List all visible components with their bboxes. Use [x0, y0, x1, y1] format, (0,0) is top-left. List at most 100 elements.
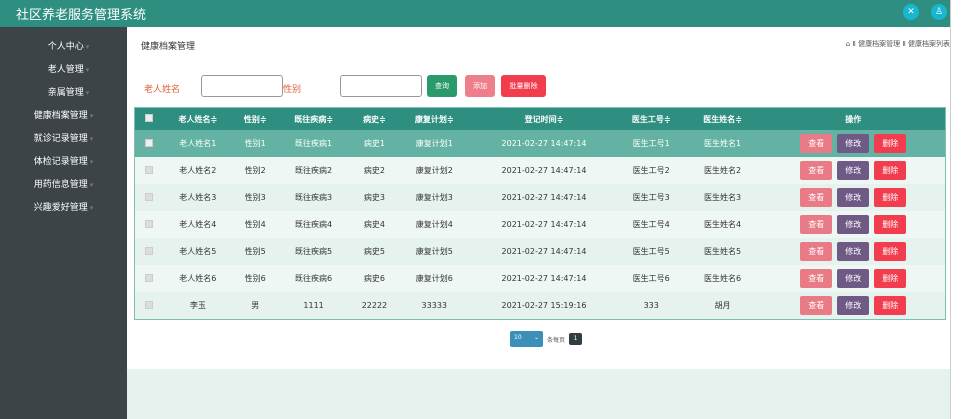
sidebar-item-label: 就诊记录管理 [33, 134, 88, 144]
caret-icon: ▾ [89, 158, 94, 166]
sidebar-item-health-records[interactable]: 健康档案管理 ▾ [0, 105, 127, 128]
cell-past-disease: 1111 [303, 301, 324, 310]
batch-delete-button[interactable]: 批量删除 [501, 75, 546, 97]
cell-history: 病史5 [363, 247, 385, 256]
footer-area [127, 369, 950, 419]
delete-button[interactable]: 删除 [874, 269, 907, 288]
sidebar-item-label: 健康档案管理 [33, 111, 88, 121]
sidebar-item-checkups[interactable]: 体检记录管理 ▾ [0, 151, 127, 174]
delete-button[interactable]: 删除 [874, 134, 907, 153]
col-doctor-name[interactable]: 医生姓名≑ [684, 114, 762, 125]
sidebar-item-label: 用药信息管理 [33, 180, 88, 190]
app-title: 社区养老服务管理系统 [16, 8, 147, 23]
cell-rehab-plan: 康复计划1 [415, 139, 453, 148]
cell-rehab-plan: 33333 [421, 301, 447, 310]
delete-button[interactable]: 删除 [874, 215, 907, 234]
page-1-button[interactable]: 1 [569, 333, 583, 345]
edit-button[interactable]: 修改 [837, 188, 870, 207]
user-icon[interactable]: ♙ [931, 4, 947, 20]
page-size-select[interactable]: 10 ⌄ [510, 331, 543, 347]
sidebar-item-label: 老人管理 [47, 65, 84, 75]
sidebar-item-label: 兴趣爱好管理 [33, 203, 88, 213]
view-button[interactable]: 查看 [800, 269, 833, 288]
edit-button[interactable]: 修改 [837, 161, 870, 180]
cell-elder-name: 老人姓名3 [179, 193, 217, 202]
query-button[interactable]: 查询 [427, 75, 457, 97]
delete-button[interactable]: 删除 [874, 296, 907, 315]
view-button[interactable]: 查看 [800, 242, 833, 261]
col-history[interactable]: 病史≑ [349, 114, 399, 125]
edit-button[interactable]: 修改 [837, 134, 870, 153]
row-checkbox[interactable] [144, 246, 153, 255]
row-checkbox[interactable] [144, 165, 153, 174]
caret-icon: ▾ [85, 66, 90, 74]
sidebar-item-elders[interactable]: 老人管理 ▾ [0, 59, 127, 82]
row-checkbox[interactable] [144, 219, 153, 228]
cell-past-disease: 既往疾病1 [295, 139, 333, 148]
cell-elder-name: 老人姓名4 [179, 220, 217, 229]
cell-elder-name: 老人姓名5 [179, 247, 217, 256]
cell-doctor-id: 医生工号4 [632, 220, 670, 229]
cell-rehab-plan: 康复计划2 [415, 166, 453, 175]
edit-button[interactable]: 修改 [837, 242, 870, 261]
cell-past-disease: 既往疾病3 [295, 193, 333, 202]
sex-input[interactable] [340, 75, 422, 97]
name-label: 老人姓名 [144, 85, 181, 95]
main-content: 健康档案管理 ⌂ Ⅱ 健康档案管理 Ⅱ 健康档案列表 老人姓名 性别 查询 添加… [127, 27, 950, 369]
sidebar-item-label: 体检记录管理 [33, 157, 88, 167]
sidebar-item-relatives[interactable]: 亲属管理 ▾ [0, 82, 127, 105]
col-doctor-id[interactable]: 医生工号≑ [619, 114, 684, 125]
row-checkbox[interactable] [144, 138, 153, 147]
cell-sex: 性别3 [244, 193, 266, 202]
cell-doctor-name: 医生姓名6 [704, 274, 742, 283]
sidebar-item-medication[interactable]: 用药信息管理 ▾ [0, 174, 127, 197]
caret-icon: ▾ [85, 43, 90, 51]
scrollbar[interactable] [950, 0, 976, 419]
col-past-disease[interactable]: 既往疾病≑ [278, 114, 350, 125]
table-row: 老人姓名6 性别6 既往疾病6 病史6 康复计划6 2021-02-27 14:47:14… [135, 265, 945, 292]
caret-icon: ▾ [89, 204, 94, 212]
cell-past-disease: 既往疾病6 [295, 274, 333, 283]
delete-button[interactable]: 删除 [874, 188, 907, 207]
table-row: 老人姓名3 性别3 既往疾病3 病史3 康复计划3 2021-02-27 14:47:14… [135, 184, 945, 211]
sidebar-item-label: 亲属管理 [47, 88, 84, 98]
cell-doctor-name: 医生姓名3 [704, 193, 742, 202]
sidebar-item-visits[interactable]: 就诊记录管理 ▾ [0, 128, 127, 151]
col-rehab-plan[interactable]: 康复计划≑ [399, 114, 469, 125]
edit-button[interactable]: 修改 [837, 296, 870, 315]
cell-history: 病史3 [363, 193, 385, 202]
name-input[interactable] [201, 75, 283, 97]
add-button[interactable]: 添加 [465, 75, 495, 97]
sidebar-item-hobbies[interactable]: 兴趣爱好管理 ▾ [0, 197, 127, 220]
cell-sex: 性别1 [244, 139, 266, 148]
cell-rehab-plan: 康复计划6 [415, 274, 453, 283]
col-sex[interactable]: 性别≑ [233, 114, 278, 125]
delete-button[interactable]: 删除 [874, 161, 907, 180]
sidebar-item-profile[interactable]: 个人中心 ▾ [0, 36, 127, 59]
select-all-checkbox[interactable] [144, 114, 153, 122]
row-checkbox[interactable] [144, 192, 153, 201]
cell-doctor-name: 医生姓名1 [704, 139, 742, 148]
view-button[interactable]: 查看 [800, 188, 833, 207]
view-button[interactable]: 查看 [800, 296, 833, 315]
cell-rehab-plan: 康复计划5 [415, 247, 453, 256]
cell-elder-name: 老人姓名2 [179, 166, 217, 175]
cell-register-time: 2021-02-27 14:47:14 [501, 139, 587, 148]
view-button[interactable]: 查看 [800, 134, 833, 153]
col-register-time[interactable]: 登记时间≑ [469, 114, 619, 125]
delete-button[interactable]: 删除 [874, 242, 907, 261]
cell-past-disease: 既往疾病2 [295, 166, 333, 175]
edit-button[interactable]: 修改 [837, 269, 870, 288]
sidebar-item-label: 个人中心 [47, 42, 84, 52]
view-button[interactable]: 查看 [800, 215, 833, 234]
row-checkbox[interactable] [144, 300, 153, 309]
edit-button[interactable]: 修改 [837, 215, 870, 234]
cell-history: 病史4 [363, 220, 385, 229]
caret-icon: ▾ [89, 112, 94, 120]
row-checkbox[interactable] [144, 273, 153, 282]
fullscreen-icon[interactable]: ✕ [903, 4, 919, 20]
cell-history: 22222 [361, 301, 388, 310]
breadcrumb-text[interactable]: Ⅱ 健康档案管理 Ⅱ 健康档案列表 [852, 40, 950, 48]
col-elder-name[interactable]: 老人姓名≑ [163, 114, 233, 125]
view-button[interactable]: 查看 [800, 161, 833, 180]
